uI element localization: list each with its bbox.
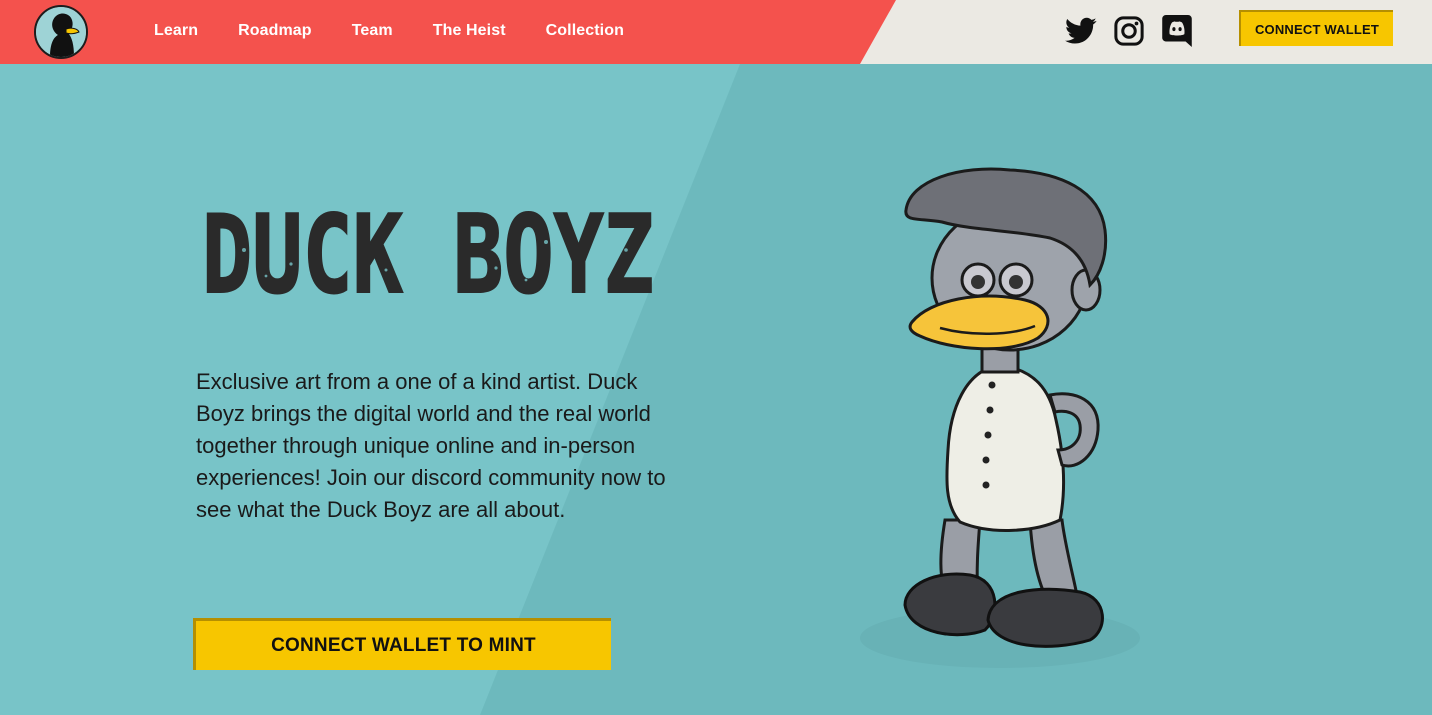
nav-link-learn[interactable]: Learn [154,22,198,40]
connect-wallet-to-mint-button[interactable]: CONNECT WALLET TO MINT [193,618,611,670]
twitter-icon [1065,17,1097,44]
discord-icon [1162,15,1192,47]
duck-character-illustration [860,167,1140,668]
duck-boyz-logo: DUCK BOYZ [201,192,655,319]
site-logo-avatar[interactable] [34,5,88,59]
hero-background [0,0,1432,715]
nav-link-the-heist[interactable]: The Heist [433,22,506,40]
discord-link[interactable] [1160,14,1194,48]
main-nav: Learn Roadmap Team The Heist Collection [154,0,664,62]
twitter-link[interactable] [1064,14,1098,48]
connect-wallet-button[interactable]: CONNECT WALLET [1239,10,1393,46]
duck-silhouette-icon [36,7,86,57]
logo-text: DUCK BOYZ [202,193,654,318]
instagram-link[interactable] [1112,14,1146,48]
hero-description: Exclusive art from a one of a kind artis… [196,369,666,522]
instagram-icon [1114,16,1144,46]
nav-link-roadmap[interactable]: Roadmap [238,22,312,40]
nav-link-team[interactable]: Team [352,22,393,40]
nav-link-collection[interactable]: Collection [546,22,624,40]
